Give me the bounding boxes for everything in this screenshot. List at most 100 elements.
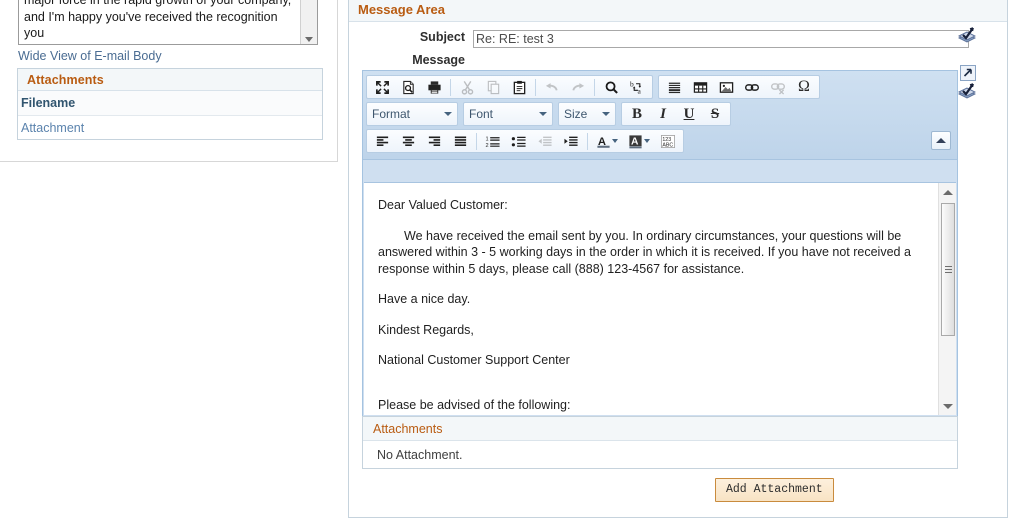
toolbar-separator [535, 78, 536, 96]
strikethrough-button[interactable]: S [702, 103, 728, 125]
image-icon[interactable] [713, 76, 739, 98]
toolbar-separator [476, 132, 477, 150]
message-area-panel: Message Area Subject Message [348, 0, 1012, 520]
font-dropdown[interactable]: Font [463, 102, 553, 126]
editor-paragraph: Kindest Regards, [378, 322, 474, 337]
maximize-icon[interactable] [369, 76, 395, 98]
align-justify-icon[interactable] [447, 130, 473, 152]
message-area-header: Message Area [349, 0, 1007, 22]
chevron-down-icon [602, 112, 610, 116]
editor-scrollbar[interactable] [938, 183, 956, 415]
triangle-up [943, 189, 953, 195]
replace-icon[interactable]: b a [624, 76, 650, 98]
scroll-down-icon[interactable] [939, 397, 956, 415]
redo-icon [565, 76, 591, 98]
message-label: Message [412, 53, 465, 67]
underline-button[interactable]: U [676, 103, 702, 125]
left-attachments-panel: Attachments Filename Attachment [17, 68, 323, 140]
italic-label: I [660, 105, 666, 122]
email-body-textarea[interactable]: major force in the rapid growth of your … [18, 0, 318, 45]
triangle-down [943, 403, 953, 409]
email-body-panel: major force in the rapid growth of your … [0, 0, 338, 162]
spell-check-book-icon[interactable] [958, 27, 976, 44]
left-attachments-column-header: Filename [18, 91, 322, 116]
editor-paragraph: Have a nice day. [378, 292, 471, 306]
preview-icon[interactable] [395, 76, 421, 98]
svg-text:a: a [637, 86, 641, 94]
toolbar-group-document: b a [366, 75, 653, 99]
email-body-text: major force in the rapid growth of your … [24, 0, 292, 44]
toolbar-row-1: b a Ω [366, 75, 954, 99]
toolbar-separator [594, 78, 595, 96]
toolbar-group-styles: B I U S [621, 102, 731, 126]
attachments-panel: Attachments No Attachment. [362, 416, 958, 469]
chevron-down-icon [612, 139, 618, 143]
align-left-icon[interactable] [369, 130, 395, 152]
spell-check-icon[interactable]: 123 ABC [655, 130, 681, 152]
editor-body[interactable]: Dear Valued Customer: We have received t… [364, 183, 938, 415]
email-body-scrollbar[interactable] [300, 0, 317, 44]
svg-text:2: 2 [486, 143, 489, 149]
editor-paragraph: National Customer Support Center [378, 353, 570, 367]
add-attachment-button[interactable]: Add Attachment [715, 478, 834, 502]
unlink-icon [765, 76, 791, 98]
cut-icon [454, 76, 480, 98]
bulleted-list-icon[interactable] [506, 130, 532, 152]
attachment-link[interactable]: Attachment [21, 121, 84, 135]
subject-row: Subject [349, 30, 1009, 48]
scroll-down-icon[interactable] [305, 37, 313, 42]
horizontal-rule-icon[interactable] [661, 76, 687, 98]
editor-toolbar: b a Ω Format Font Size B I U S 1 2 A A 1… [363, 71, 957, 160]
bold-button[interactable]: B [624, 103, 650, 125]
find-icon[interactable] [598, 76, 624, 98]
chevron-down-icon [444, 112, 452, 116]
svg-text:1: 1 [486, 136, 489, 142]
email-compose-screen: major force in the rapid growth of your … [0, 0, 1012, 524]
chevron-up-icon [936, 138, 946, 143]
open-in-new-window-icon[interactable] [960, 65, 976, 81]
text-color-icon[interactable]: A [591, 130, 623, 152]
align-center-icon[interactable] [395, 130, 421, 152]
spell-check-book-icon[interactable] [958, 83, 976, 100]
chevron-down-icon [644, 139, 650, 143]
scrollbar-grip [945, 265, 952, 274]
toolbar-separator [450, 78, 451, 96]
table-icon[interactable] [687, 76, 713, 98]
italic-button[interactable]: I [650, 103, 676, 125]
size-dropdown[interactable]: Size [558, 102, 616, 126]
toolbar-group-insert: Ω [658, 75, 820, 99]
wide-view-of-email-body-link[interactable]: Wide View of E-mail Body [18, 49, 162, 63]
underline-label: U [683, 105, 695, 122]
link-icon[interactable] [739, 76, 765, 98]
message-area-box: Message Area Subject Message [348, 0, 1008, 518]
format-dropdown-label: Format [372, 107, 411, 121]
svg-text:b: b [630, 80, 634, 89]
paste-icon[interactable] [506, 76, 532, 98]
rich-text-editor: b a Ω Format Font Size B I U S 1 2 A A 1… [362, 70, 958, 417]
size-dropdown-label: Size [564, 107, 588, 121]
editor-paragraph: Dear Valued Customer: [378, 198, 508, 212]
left-attachments-header: Attachments [18, 69, 322, 91]
indent-icon[interactable] [558, 130, 584, 152]
editor-paragraph: We have received the email sent by you. … [378, 228, 911, 276]
subject-label: Subject [419, 30, 465, 44]
format-dropdown[interactable]: Format [366, 102, 458, 126]
editor-paragraph: Please be advised of the following: [378, 397, 571, 412]
align-right-icon[interactable] [421, 130, 447, 152]
toolbar-group-paragraph: 1 2 A A 123 ABC [366, 129, 684, 153]
message-label-row: Message [349, 53, 1009, 67]
attachments-title: Attachments [373, 421, 443, 436]
bold-label: B [631, 105, 642, 122]
scroll-up-icon[interactable] [939, 183, 956, 201]
background-color-icon[interactable]: A [623, 130, 655, 152]
scrollbar-thumb[interactable] [941, 203, 955, 336]
copy-icon [480, 76, 506, 98]
special-character-icon[interactable]: Ω [791, 76, 817, 98]
toolbar-row-2: Format Font Size B I U S [366, 102, 954, 126]
font-dropdown-label: Font [469, 107, 494, 121]
subject-input[interactable] [473, 30, 969, 48]
collapse-toolbar-button[interactable] [931, 131, 951, 150]
numbered-list-icon[interactable]: 1 2 [480, 130, 506, 152]
print-icon[interactable] [421, 76, 447, 98]
table-row[interactable]: Attachment [18, 116, 322, 139]
